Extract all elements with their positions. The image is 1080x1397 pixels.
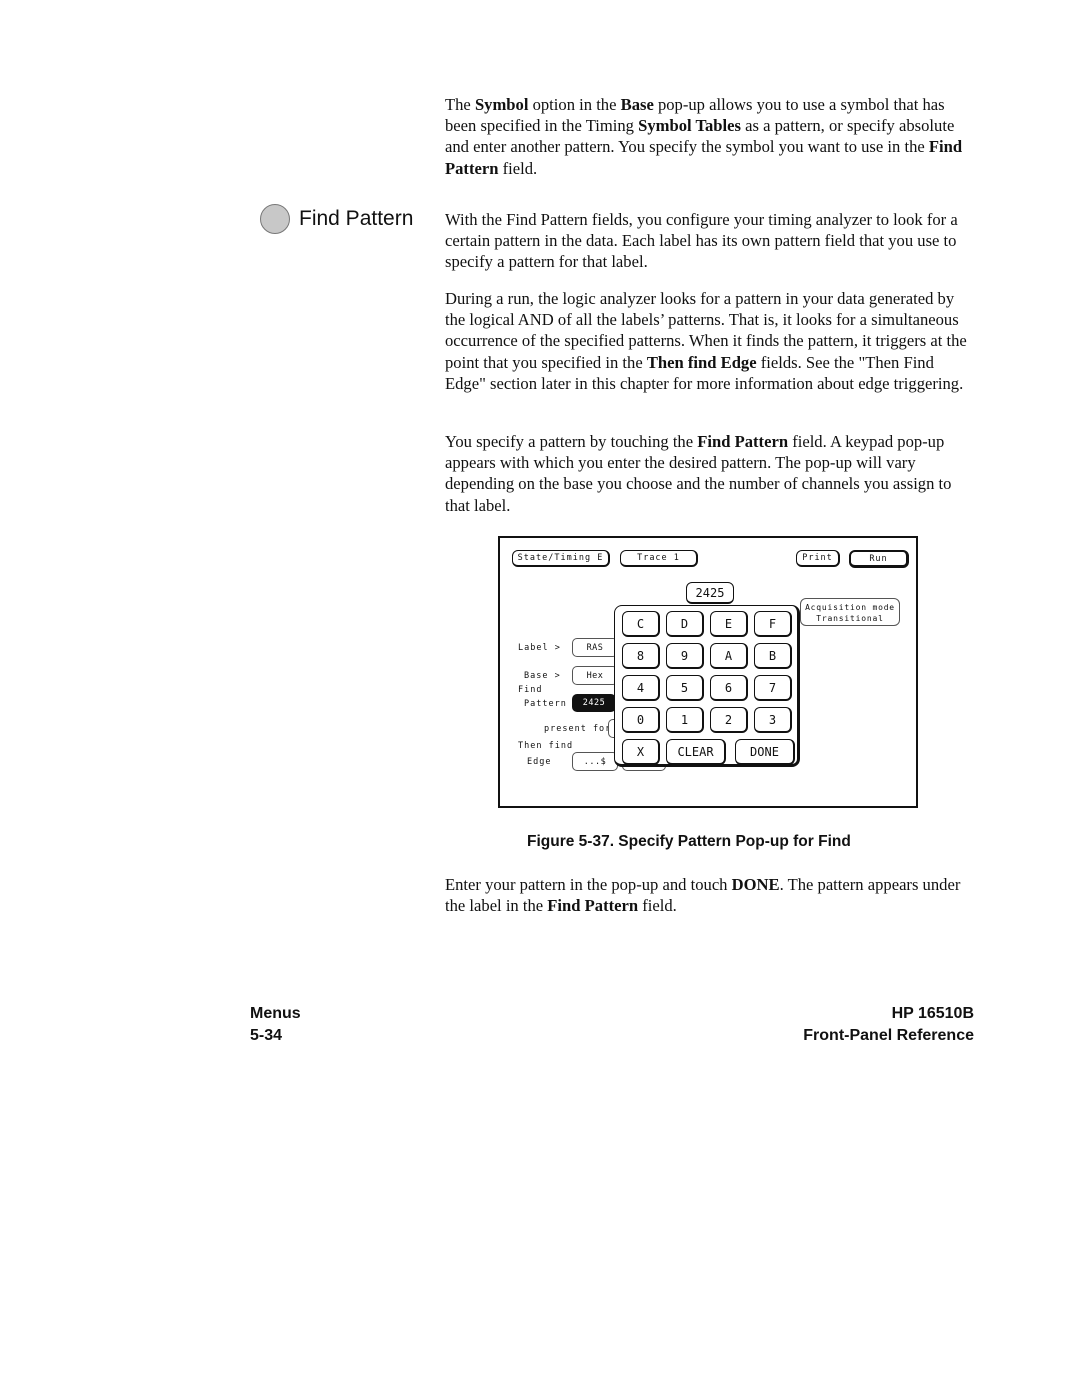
run-button[interactable]: Run (849, 550, 909, 568)
base-field[interactable]: Hex (572, 666, 618, 685)
section-bullet-icon (260, 204, 290, 234)
text-run: You specify a pattern by touching the (445, 432, 698, 451)
text-run: field. (498, 158, 538, 178)
key-f[interactable]: F (754, 611, 792, 637)
find-pattern-field[interactable]: 2425 (572, 694, 616, 712)
bold-term: DONE (731, 875, 780, 894)
key-b[interactable]: B (754, 643, 792, 669)
footer-section-name: Menus (250, 1005, 301, 1022)
key-e[interactable]: E (710, 611, 748, 637)
text-run: Enter your pattern in the pop-up and tou… (445, 875, 732, 894)
key-d[interactable]: D (666, 611, 704, 637)
key-5[interactable]: 5 (666, 675, 704, 701)
keypad-popup: C D E F 8 9 A B 4 5 6 7 0 1 2 3 X CLEAR DONE (614, 605, 800, 767)
bold-term: Then find Edge (646, 352, 757, 372)
intro-paragraph: The Symbol option in the Base pop-up all… (445, 94, 975, 179)
bold-term: Symbol (474, 95, 529, 114)
closing-paragraph: Enter your pattern in the pop-up and tou… (445, 874, 975, 916)
print-button[interactable]: Print (796, 550, 840, 567)
key-2[interactable]: 2 (710, 707, 748, 733)
section-paragraph-2: During a run, the logic analyzer looks f… (445, 288, 975, 394)
text-run: With the Find Pattern fields, you config… (445, 210, 958, 272)
key-6[interactable]: 6 (710, 675, 748, 701)
key-9[interactable]: 9 (666, 643, 704, 669)
label-field[interactable]: RAS (572, 638, 618, 657)
present-for-label: present for (544, 724, 612, 734)
bold-term: Base (620, 95, 654, 114)
pattern-label: Pattern (524, 699, 567, 709)
bold-term: Symbol Tables (638, 116, 741, 136)
base-label: Base > (524, 671, 561, 681)
edge-field[interactable]: ...$ (572, 752, 618, 771)
clear-button[interactable]: CLEAR (666, 739, 726, 765)
key-c[interactable]: C (622, 611, 660, 637)
footer-manual-title: Front-Panel Reference (803, 1027, 974, 1044)
done-button[interactable]: DONE (735, 739, 795, 765)
footer-page-number: 5-34 (250, 1027, 283, 1044)
acquisition-mode-value: Transitional (816, 614, 884, 623)
key-4[interactable]: 4 (622, 675, 660, 701)
label-label: Label > (518, 643, 561, 653)
key-x-button[interactable]: X (622, 739, 660, 765)
figure-caption: Figure 5-37. Specify Pattern Pop-up for … (527, 833, 851, 850)
then-find-label: Then find (518, 741, 574, 751)
section-paragraph-1: With the Find Pattern fields, you config… (445, 209, 975, 273)
text-run: The (445, 95, 475, 114)
key-8[interactable]: 8 (622, 643, 660, 669)
acquisition-mode-field[interactable]: Acquisition mode Transitional (800, 598, 900, 626)
text-run: option in the (528, 95, 621, 114)
section-heading: Find Pattern (260, 202, 413, 236)
key-7[interactable]: 7 (754, 675, 792, 701)
key-3[interactable]: 3 (754, 707, 792, 733)
key-1[interactable]: 1 (666, 707, 704, 733)
section-paragraph-3: You specify a pattern by touching the Fi… (445, 431, 975, 516)
trace-button[interactable]: Trace 1 (620, 550, 698, 567)
find-label: Find (518, 685, 543, 695)
edge-label: Edge (527, 757, 552, 767)
key-0[interactable]: 0 (622, 707, 660, 733)
key-a[interactable]: A (710, 643, 748, 669)
figure-screen: State/Timing E Trace 1 Print Run 2425 Ac… (498, 536, 918, 808)
pattern-display: 2425 (686, 582, 734, 604)
bold-term: Find Pattern (697, 432, 789, 451)
footer-product-name: HP 16510B (891, 1005, 974, 1022)
section-title: Find Pattern (299, 207, 414, 230)
bold-term: Find Pattern (547, 896, 639, 916)
text-run: field. (638, 896, 677, 916)
state-timing-menu-button[interactable]: State/Timing E (512, 550, 610, 567)
acquisition-mode-label: Acquisition mode (805, 603, 895, 612)
